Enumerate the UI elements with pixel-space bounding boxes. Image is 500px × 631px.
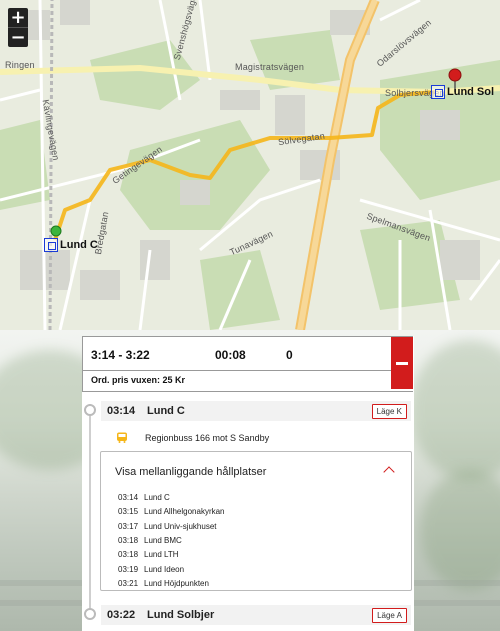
intermediate-stop: 03:15 Lund Allhelgonakyrkan — [118, 507, 225, 516]
trip-details-panel: 3:14 - 3:22 00:08 0 Ord. pris vuxen: 25 … — [82, 336, 414, 631]
intermediate-stop: 03:18 Lund BMC — [118, 536, 182, 545]
trip-duration: 00:08 — [215, 348, 246, 362]
intermediate-stop: 03:14 Lund C — [118, 493, 170, 502]
minus-icon — [396, 362, 408, 365]
intermediate-stop-name: Lund Höjdpunkten — [144, 578, 209, 588]
intermediate-stop: 03:21 Lund Höjdpunkten — [118, 579, 209, 588]
route-map[interactable]: Ringen Magistratsvägen Svenshögsvägen Sö… — [0, 0, 500, 330]
departure-time: 03:14 — [107, 405, 136, 417]
zoom-control: + − — [8, 8, 28, 47]
intermediate-stop-name: Lund Allhelgonakyrkan — [144, 507, 225, 517]
intermediate-stop-name: Lund Univ-sjukhuset — [144, 521, 217, 531]
bus-line: Regionbuss 166 mot S Sandby — [145, 433, 270, 443]
intermediate-stop: 03:18 Lund LTH — [118, 550, 179, 559]
intermediate-stop-time: 03:21 — [118, 578, 139, 588]
arrival-stop: Lund Solbjer — [147, 609, 215, 621]
departure-row: 03:14 Lund C Läge K — [101, 401, 411, 421]
trip-summary-row: 3:14 - 3:22 00:08 0 — [83, 337, 391, 371]
origin-stop-icon[interactable] — [44, 238, 58, 252]
arrival-node-icon — [84, 608, 96, 620]
intermediate-stop-time: 03:14 — [118, 493, 139, 502]
bus-icon — [117, 432, 127, 443]
street-label: Magistratsvägen — [235, 62, 305, 72]
timeline — [89, 404, 91, 616]
trip-time-range: 3:14 - 3:22 — [91, 348, 150, 362]
intermediate-stop-name: Lund C — [144, 493, 170, 502]
intermediate-stop: 03:17 Lund Univ-sjukhuset — [118, 522, 216, 531]
map-canvas — [0, 0, 500, 330]
intermediate-stop-time: 03:15 — [118, 507, 139, 517]
intermediate-stop-time: 03:18 — [118, 550, 139, 560]
street-label: Ringen — [5, 60, 35, 70]
intermediate-stops-toggle[interactable]: Visa mellanliggande hållplatser — [115, 466, 266, 478]
arrival-row: 03:22 Lund Solbjer Läge A — [101, 605, 411, 625]
arrival-time: 03:22 — [107, 609, 136, 621]
origin-marker — [50, 225, 62, 237]
trip-changes: 0 — [286, 348, 293, 362]
collapse-trip-button[interactable] — [391, 337, 413, 389]
intermediate-stop: 03:19 Lund Ideon — [118, 565, 184, 574]
trip-price: Ord. pris vuxen: 25 Kr — [91, 375, 186, 385]
intermediate-stop-name: Lund LTH — [144, 550, 179, 560]
intermediate-stop-name: Lund Ideon — [144, 564, 185, 574]
arrival-gate-button[interactable]: Läge A — [372, 608, 407, 623]
destination-marker — [448, 68, 462, 82]
departure-stop: Lund C — [147, 405, 185, 417]
destination-stop-icon[interactable] — [431, 85, 445, 99]
origin-stop-label: Lund C — [60, 239, 98, 251]
departure-node-icon — [84, 404, 96, 416]
intermediate-stop-name: Lund BMC — [144, 535, 182, 545]
trip-summary[interactable]: 3:14 - 3:22 00:08 0 Ord. pris vuxen: 25 … — [82, 336, 413, 392]
destination-stop-label: Lund Sol — [447, 86, 495, 98]
intermediate-stop-time: 03:17 — [118, 521, 139, 531]
departure-gate-button[interactable]: Läge K — [371, 404, 407, 419]
chevron-up-icon[interactable] — [383, 466, 395, 478]
intermediate-stop-time: 03:18 — [118, 535, 139, 545]
intermediate-stops-panel: Visa mellanliggande hållplatser 03:14 Lun… — [100, 451, 412, 591]
zoom-in-button[interactable]: + — [8, 8, 28, 27]
zoom-out-button[interactable]: − — [8, 27, 28, 47]
intermediate-stop-time: 03:19 — [118, 564, 139, 574]
